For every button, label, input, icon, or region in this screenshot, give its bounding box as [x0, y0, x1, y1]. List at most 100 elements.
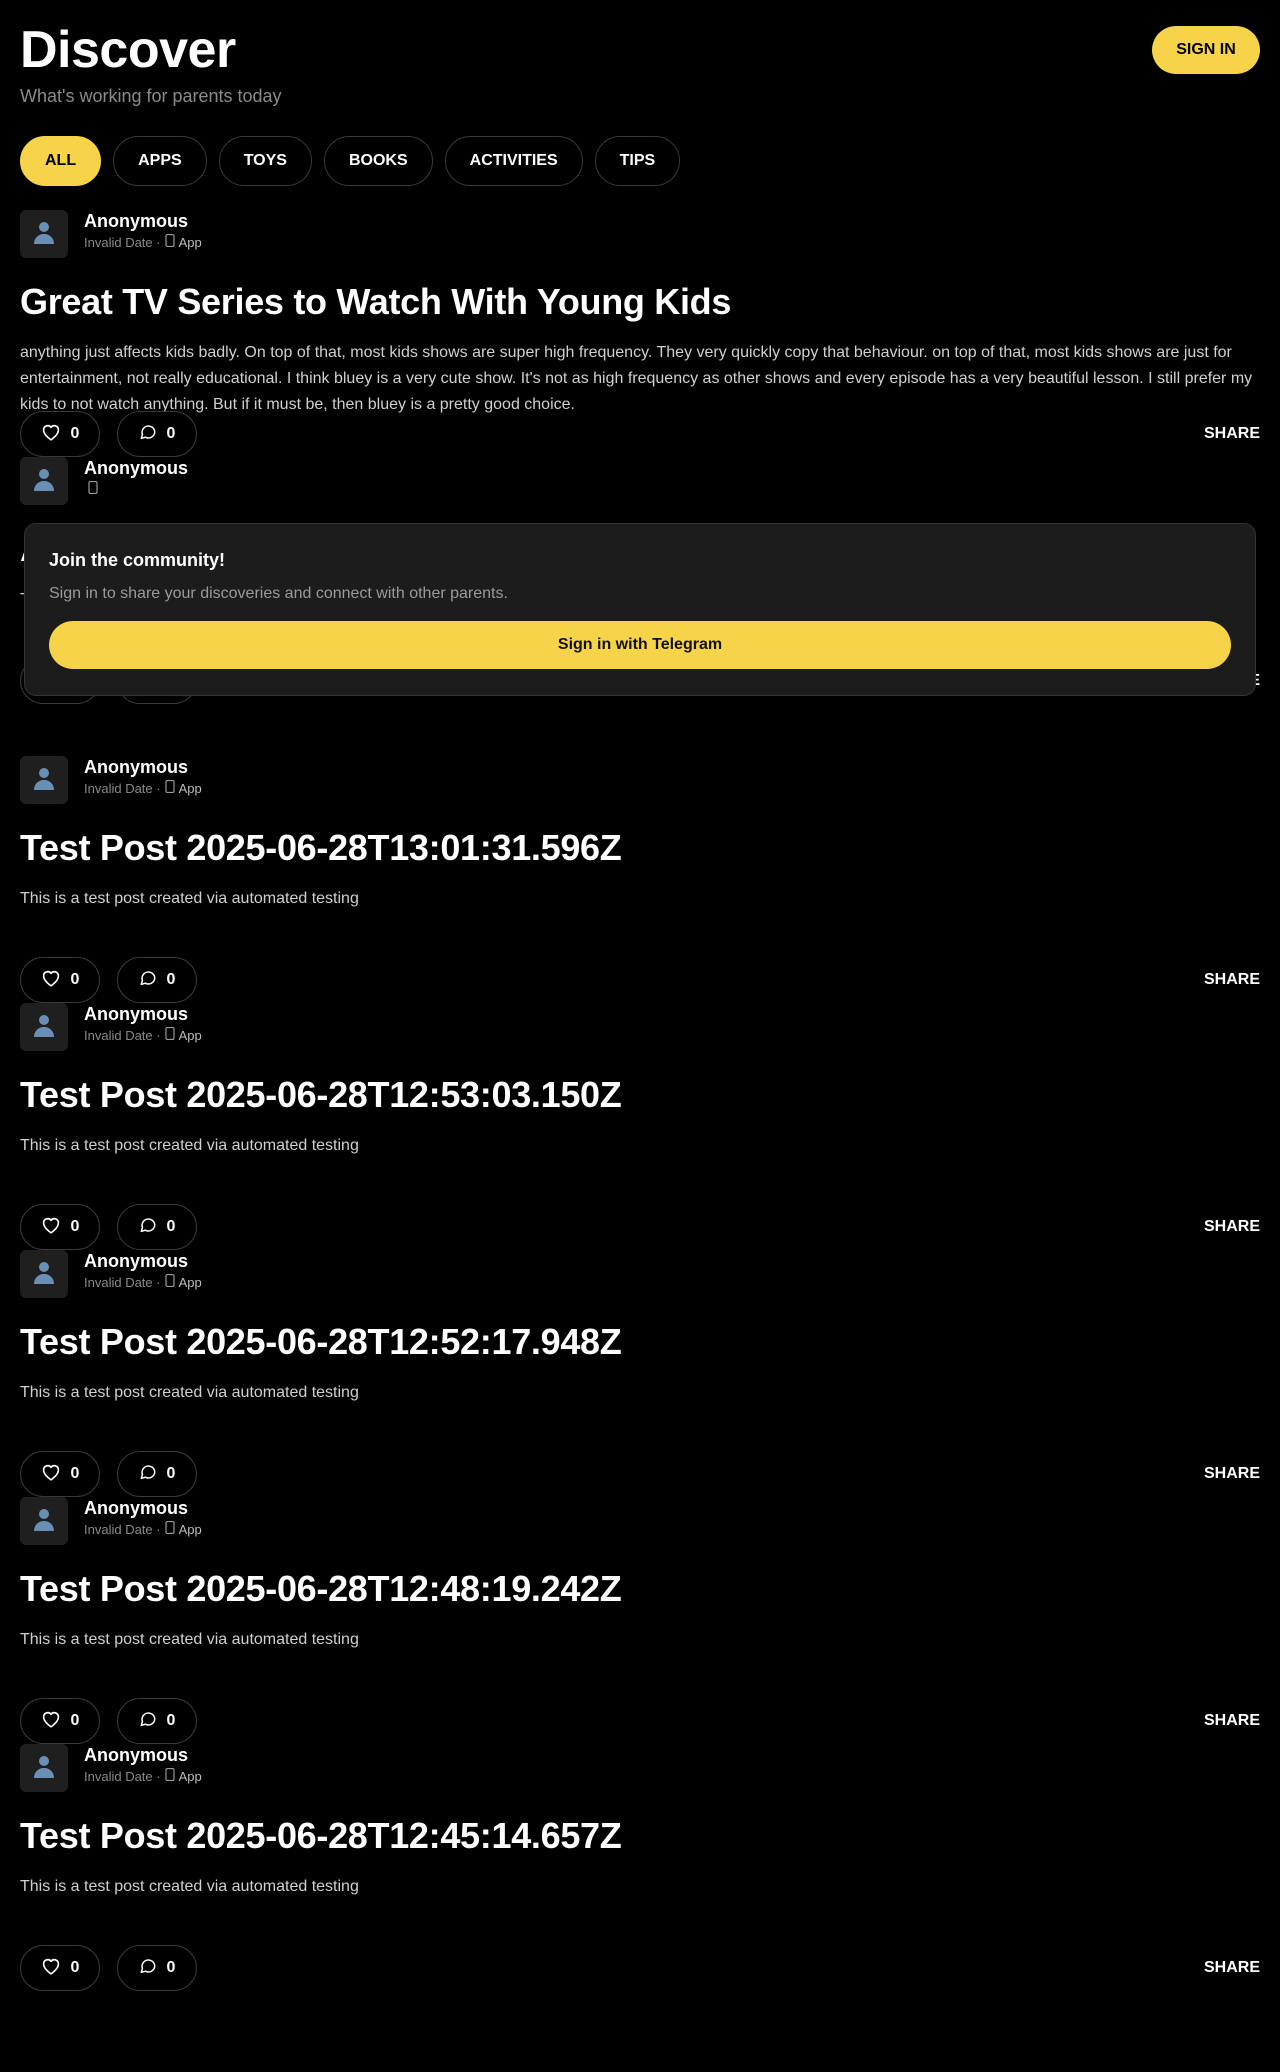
author-name: Anonymous [84, 1498, 189, 1518]
filter-chip-books[interactable]: BOOKS [323, 136, 433, 186]
post-header: Anonymous Invalid Date · App [20, 1497, 1260, 1545]
comment-button[interactable]: 0 [117, 1451, 197, 1497]
avatar [20, 210, 68, 258]
post-category: App [164, 1520, 202, 1537]
post-title[interactable]: Great TV Series to Watch With Young Kids [20, 280, 1260, 324]
comment-button[interactable]: 0 [117, 1698, 197, 1744]
comment-bubble-icon [139, 1463, 157, 1486]
post-card[interactable]: Anonymous Invalid Date · App Test Post 2… [20, 1003, 1260, 1250]
post-category-label: App [178, 1521, 202, 1537]
category-filters: ALL APPS TOYS BOOKS ACTIVITIES TIPS [20, 136, 681, 186]
post-card[interactable]: Anonymous Invalid Date · App Test Post 2… [20, 1497, 1260, 1744]
post-category: App [164, 1767, 202, 1784]
author-name: Anonymous [84, 757, 189, 777]
like-button[interactable]: 0 [20, 1698, 100, 1744]
post-meta: Invalid Date · App [84, 779, 202, 796]
post-title[interactable]: Test Post 2025-06-28T12:53:03.150Z [20, 1073, 1260, 1117]
phone-icon [164, 1026, 175, 1043]
comment-button[interactable]: 0 [117, 1945, 197, 1991]
share-button[interactable]: SHARE [1204, 425, 1260, 443]
post-header: Anonymous Invalid Date · App [20, 756, 1260, 804]
filter-chip-activities[interactable]: ACTIVITIES [444, 136, 583, 186]
author-name: Anonymous [84, 1004, 189, 1024]
phone-icon [164, 1520, 175, 1537]
author-info: Anonymous Invalid Date · App [84, 1497, 202, 1537]
post-card[interactable]: Anonymous Invalid Date · App Great TV Se… [20, 210, 1260, 457]
heart-icon [41, 1216, 61, 1239]
post-title[interactable]: Test Post 2025-06-28T13:01:31.596Z [20, 826, 1260, 870]
author-info: Anonymous Invalid Date · App [84, 210, 202, 250]
post-body: This is a test post created via automate… [20, 1137, 359, 1154]
heart-icon [41, 1463, 61, 1486]
filter-chip-toys[interactable]: TOYS [218, 136, 312, 186]
person-silhouette-icon [31, 765, 57, 796]
share-button[interactable]: SHARE [1204, 1218, 1260, 1236]
person-silhouette-icon [31, 219, 57, 250]
post-category: App [164, 779, 202, 796]
like-button[interactable]: 0 [20, 1204, 100, 1250]
comment-bubble-icon [139, 1710, 157, 1733]
filter-chip-all[interactable]: ALL [20, 136, 102, 186]
author-name: Anonymous [84, 1745, 189, 1765]
post-meta: Invalid Date · App [84, 233, 202, 250]
post-body: This is a test post created via automate… [20, 890, 359, 907]
post-header: Anonymous [20, 457, 1260, 505]
page-subtitle: What's working for parents today [20, 86, 282, 106]
avatar [20, 756, 68, 804]
avatar [20, 1497, 68, 1545]
post-header: Anonymous Invalid Date · App [20, 1003, 1260, 1051]
post-date: Invalid Date · [84, 1274, 161, 1290]
comment-bubble-icon [139, 1216, 157, 1239]
post-actions: 0 0 SHARE [20, 1945, 1260, 1991]
phone-icon [164, 1273, 175, 1290]
post-date: Invalid Date · [84, 1768, 161, 1784]
like-count: 0 [70, 1465, 80, 1482]
author-info: Anonymous Invalid Date · App [84, 1744, 202, 1784]
author-name: Anonymous [84, 1251, 189, 1271]
post-body: This is a test post created via automate… [20, 1878, 359, 1895]
post-card[interactable]: Anonymous Invalid Date · App Test Post 2… [20, 1744, 1260, 1991]
author-info: Anonymous Invalid Date · App [84, 1250, 202, 1290]
filter-chip-tips[interactable]: TIPS [594, 136, 681, 186]
telegram-sign-in-button[interactable]: Sign in with Telegram [49, 621, 1231, 669]
author-info: Anonymous [84, 457, 188, 497]
person-silhouette-icon [31, 1506, 57, 1537]
post-actions: 0 0 SHARE [20, 1204, 1260, 1250]
comment-button[interactable]: 0 [117, 957, 197, 1003]
post-body: anything just affects kids badly. On top… [20, 344, 1253, 413]
post-date: Invalid Date · [84, 780, 161, 796]
post-card[interactable]: Anonymous Invalid Date · App Test Post 2… [20, 1250, 1260, 1497]
share-button[interactable]: SHARE [1204, 971, 1260, 989]
like-button[interactable]: 0 [20, 957, 100, 1003]
heart-icon [41, 423, 61, 446]
phone-icon [164, 779, 175, 796]
comment-button[interactable]: 0 [117, 411, 197, 457]
post-meta: Invalid Date · App [84, 1767, 202, 1784]
comment-count: 0 [166, 425, 176, 442]
like-count: 0 [70, 1959, 80, 1976]
filter-chip-apps[interactable]: APPS [113, 136, 207, 186]
comment-button[interactable]: 0 [117, 1204, 197, 1250]
share-button[interactable]: SHARE [1204, 1465, 1260, 1483]
sign-in-button[interactable]: SIGN IN [1152, 26, 1260, 74]
comment-count: 0 [166, 1465, 176, 1482]
post-header: Anonymous Invalid Date · App [20, 210, 1260, 258]
post-date: Invalid Date · [84, 1027, 161, 1043]
like-button[interactable]: 0 [20, 1451, 100, 1497]
like-button[interactable]: 0 [20, 1945, 100, 1991]
post-date: Invalid Date · [84, 1521, 161, 1537]
share-button[interactable]: SHARE [1204, 1712, 1260, 1730]
comment-count: 0 [166, 1712, 176, 1729]
like-count: 0 [70, 971, 80, 988]
post-category-label: App [178, 1027, 202, 1043]
post-title[interactable]: Test Post 2025-06-28T12:52:17.948Z [20, 1320, 1260, 1364]
post-title[interactable]: Test Post 2025-06-28T12:45:14.657Z [20, 1814, 1260, 1858]
like-button[interactable]: 0 [20, 411, 100, 457]
author-info: Anonymous Invalid Date · App [84, 756, 202, 796]
post-card[interactable]: Anonymous Invalid Date · App Test Post 2… [20, 756, 1260, 1003]
post-title[interactable]: Test Post 2025-06-28T12:48:19.242Z [20, 1567, 1260, 1611]
post-category [88, 480, 102, 497]
like-count: 0 [70, 425, 80, 442]
post-category: App [164, 1026, 202, 1043]
share-button[interactable]: SHARE [1204, 1959, 1260, 1977]
